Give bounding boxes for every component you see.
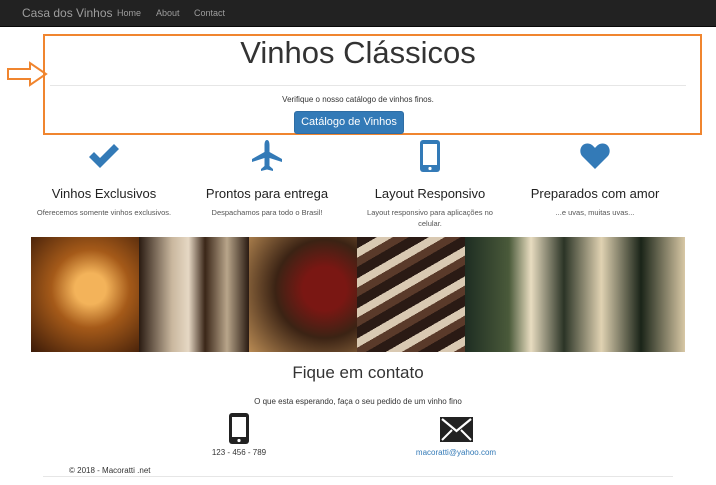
- airplane-icon: [252, 140, 282, 171]
- heart-icon: [580, 143, 610, 169]
- nav-contact-link[interactable]: Contact: [194, 8, 225, 18]
- wine-labels-photo: [465, 237, 685, 352]
- jumbotron-divider: [50, 85, 686, 86]
- contact-phone: 123 - 456 - 789: [211, 448, 267, 457]
- feature-title: Preparados com amor: [530, 186, 660, 201]
- jumbotron-subtitle: Verifique o nosso catálogo de vinhos fin…: [282, 95, 434, 104]
- mobile-phone-icon: [420, 140, 440, 172]
- contact-title: Fique em contato: [292, 363, 424, 382]
- feature-love: Preparados com amor ...e uvas, muitas uv…: [520, 137, 670, 218]
- footer-divider: [43, 476, 673, 477]
- feature-responsive: Layout Responsivo Layout responsivo para…: [355, 137, 505, 229]
- brand-link[interactable]: Casa dos Vinhos: [22, 6, 113, 20]
- feature-text: Layout responsivo para aplicações no cel…: [367, 208, 493, 228]
- catalog-button[interactable]: Catálogo de Vinhos: [294, 111, 404, 134]
- contact-email-link[interactable]: macoratti@yahoo.com: [400, 448, 512, 457]
- phone-icon: [229, 413, 249, 444]
- envelope-icon: [440, 417, 473, 442]
- wine-rack-photo: [357, 237, 465, 352]
- footer-copyright: © 2018 - Macoratti .net: [69, 466, 151, 475]
- navbar: Casa dos Vinhos Home About Contact: [0, 0, 716, 27]
- feature-title: Prontos para entrega: [205, 186, 329, 201]
- checkmark-icon: [89, 144, 119, 168]
- feature-exclusive: Vinhos Exclusivos Oferecemos somente vin…: [29, 137, 179, 218]
- wine-bottles-photo: [139, 237, 249, 352]
- nav-home-link[interactable]: Home: [117, 8, 141, 18]
- feature-text: ...e uvas, muitas uvas...: [555, 208, 635, 217]
- contact-subtitle: O que esta esperando, faça o seu pedido …: [254, 397, 462, 406]
- feature-title: Layout Responsivo: [374, 186, 486, 201]
- feature-text: Oferecemos somente vinhos exclusivos.: [36, 208, 172, 217]
- jumbotron-title: Vinhos Clássicos: [240, 35, 476, 70]
- feature-title: Vinhos Exclusivos: [51, 186, 157, 201]
- nav-about-link[interactable]: About: [156, 8, 180, 18]
- wine-barrel-photo: [249, 237, 357, 352]
- feature-delivery: Prontos para entrega Despachamos para to…: [192, 137, 342, 218]
- wine-glass-photo: [31, 237, 139, 352]
- wine-photo-strip: [31, 237, 685, 352]
- feature-text: Despachamos para todo o Brasil!: [211, 208, 323, 217]
